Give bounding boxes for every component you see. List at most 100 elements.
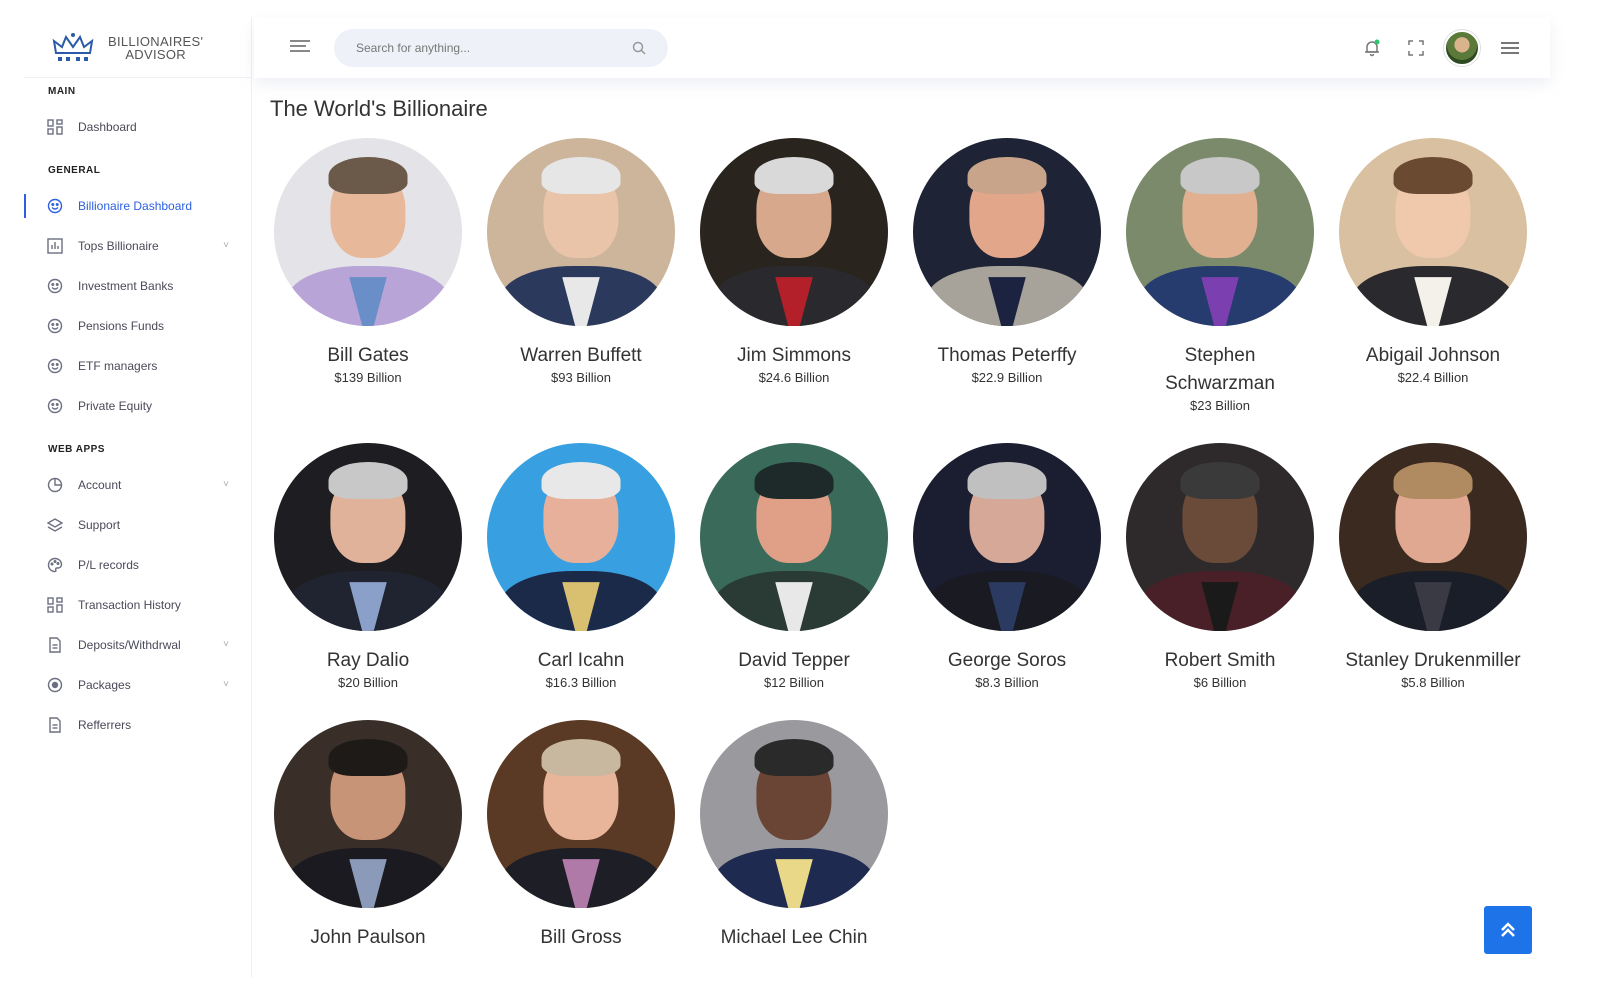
sidebar-item-label: Packages <box>78 678 131 692</box>
sidebar-item-transaction-history[interactable]: Transaction History <box>24 585 251 625</box>
billionaire-card[interactable]: George Soros $8.3 Billion <box>909 443 1105 690</box>
portrait-photo[interactable] <box>1339 138 1527 326</box>
portrait-photo[interactable] <box>700 138 888 326</box>
billionaire-card[interactable]: Bill Gross <box>483 720 679 952</box>
bar-chart-icon <box>46 237 64 255</box>
portrait-hair <box>1393 156 1473 195</box>
billionaire-card[interactable]: Jim Simmons $24.6 Billion <box>696 138 892 413</box>
billionaire-name[interactable]: Warren Buffett <box>520 342 641 370</box>
section-title: WEB APPS <box>48 444 105 455</box>
billionaire-name[interactable]: Carl Icahn <box>538 647 625 675</box>
billionaire-name[interactable]: Stanley Drukenmiller <box>1345 647 1520 675</box>
user-avatar[interactable] <box>1444 30 1480 66</box>
sidebar-item-tops-billionaire[interactable]: Tops Billionaire ˅ <box>24 226 251 266</box>
sidebar-item-private-equity[interactable]: Private Equity <box>24 386 251 426</box>
billionaire-card[interactable]: Stanley Drukenmiller $5.8 Billion <box>1335 443 1531 690</box>
net-worth: $12 Billion <box>764 675 824 690</box>
sidebar-item-deposits-withdrwal[interactable]: Deposits/Withdrwal ˅ <box>24 625 251 665</box>
billionaire-card[interactable]: Carl Icahn $16.3 Billion <box>483 443 679 690</box>
sidebar-item-dashboard[interactable]: Dashboard <box>24 107 251 147</box>
portrait-photo[interactable] <box>1339 443 1527 631</box>
sidebar-item-investment-banks[interactable]: Investment Banks <box>24 266 251 306</box>
billionaire-grid: Bill Gates $139 Billion Warren Buffett $93 … <box>270 138 1550 952</box>
sidebar-nav: MAIN Dashboard GENERAL Billionaire Dashboar… <box>24 78 251 745</box>
billionaire-card[interactable]: David Tepper $12 Billion <box>696 443 892 690</box>
billionaire-name[interactable]: Ray Dalio <box>327 647 409 675</box>
hamburger-menu-icon[interactable] <box>1498 36 1522 60</box>
billionaire-name[interactable]: Stephen Schwarzman <box>1155 342 1285 398</box>
menu-toggle-icon[interactable] <box>290 38 312 56</box>
billionaire-name[interactable]: John Paulson <box>310 924 425 952</box>
sidebar-item-refferrers[interactable]: Refferrers <box>24 705 251 745</box>
sidebar-item-billionaire-dashboard[interactable]: Billionaire Dashboard <box>24 186 251 226</box>
sidebar-item-label: P/L records <box>78 558 139 572</box>
billionaire-card[interactable]: Abigail Johnson $22.4 Billion <box>1335 138 1531 413</box>
brand-name: BILLIONAIRES' ADVISOR <box>108 35 203 61</box>
sidebar-item-account[interactable]: Account ˅ <box>24 465 251 505</box>
portrait-photo[interactable] <box>274 720 462 908</box>
billionaire-name[interactable]: Abigail Johnson <box>1366 342 1500 370</box>
portrait-photo[interactable] <box>487 720 675 908</box>
billionaire-name[interactable]: Thomas Peterffy <box>937 342 1076 370</box>
billionaire-card[interactable]: Stephen Schwarzman $23 Billion <box>1122 138 1318 413</box>
sidebar-item-label: ETF managers <box>78 359 158 373</box>
billionaire-card[interactable]: Thomas Peterffy $22.9 Billion <box>909 138 1105 413</box>
portrait-hair <box>967 461 1047 500</box>
chevron-down-icon: ˅ <box>223 679 229 690</box>
billionaire-name[interactable]: David Tepper <box>738 647 850 675</box>
billionaire-card[interactable]: Robert Smith $6 Billion <box>1122 443 1318 690</box>
portrait-photo[interactable] <box>487 443 675 631</box>
sidebar-item-label: Dashboard <box>78 120 137 134</box>
sidebar-item-etf-managers[interactable]: ETF managers <box>24 346 251 386</box>
brand[interactable]: BILLIONAIRES' ADVISOR <box>24 18 251 78</box>
billionaire-card[interactable]: Bill Gates $139 Billion <box>270 138 466 413</box>
portrait-hair <box>1180 156 1260 195</box>
sidebar-item-p-l-records[interactable]: P/L records <box>24 545 251 585</box>
notification-bell-icon[interactable] <box>1360 36 1384 60</box>
smiley-icon <box>46 397 64 415</box>
billionaire-card[interactable]: Warren Buffett $93 Billion <box>483 138 679 413</box>
sidebar-item-pensions-funds[interactable]: Pensions Funds <box>24 306 251 346</box>
billionaire-name[interactable]: Robert Smith <box>1165 647 1276 675</box>
portrait-photo[interactable] <box>487 138 675 326</box>
billionaire-card[interactable]: Ray Dalio $20 Billion <box>270 443 466 690</box>
billionaire-name[interactable]: Michael Lee Chin <box>721 924 868 952</box>
portrait-photo[interactable] <box>274 138 462 326</box>
search-input[interactable] <box>356 41 632 55</box>
billionaire-name[interactable]: Jim Simmons <box>737 342 851 370</box>
scroll-to-top-button[interactable] <box>1484 906 1532 954</box>
net-worth: $6 Billion <box>1193 675 1247 690</box>
portrait-hair <box>328 738 408 777</box>
portrait-photo[interactable] <box>913 138 1101 326</box>
portrait-photo[interactable] <box>1126 443 1314 631</box>
smiley-icon <box>46 317 64 335</box>
settings-icon <box>46 676 64 694</box>
portrait-photo[interactable] <box>1126 138 1314 326</box>
billionaire-name[interactable]: George Soros <box>948 647 1066 675</box>
portrait-hair <box>1393 461 1473 500</box>
chevron-down-icon: ˅ <box>223 639 229 650</box>
layers-icon <box>46 516 64 534</box>
portrait-photo[interactable] <box>700 443 888 631</box>
portrait-photo[interactable] <box>913 443 1101 631</box>
sidebar-item-packages[interactable]: Packages ˅ <box>24 665 251 705</box>
crown-logo-icon <box>52 32 94 61</box>
sidebar-item-label: Investment Banks <box>78 279 174 293</box>
search-icon[interactable] <box>632 41 646 55</box>
sidebar-item-support[interactable]: Support <box>24 505 251 545</box>
billionaire-card[interactable]: Michael Lee Chin <box>696 720 892 952</box>
billionaire-name[interactable]: Bill Gates <box>327 342 408 370</box>
billionaire-card[interactable]: John Paulson <box>270 720 466 952</box>
double-chevron-up-icon <box>1501 922 1515 937</box>
portrait-photo[interactable] <box>274 443 462 631</box>
section-title: GENERAL <box>48 165 101 176</box>
portrait-hair <box>541 156 621 195</box>
portrait-photo[interactable] <box>700 720 888 908</box>
sidebar-item-label: Refferrers <box>78 718 132 732</box>
net-worth: $93 Billion <box>551 370 611 385</box>
sidebar: BILLIONAIRES' ADVISOR MAIN Dashboard GENER… <box>24 18 252 978</box>
brand-line-1: BILLIONAIRES' <box>108 33 204 49</box>
net-worth: $22.4 Billion <box>1397 370 1469 385</box>
billionaire-name[interactable]: Bill Gross <box>540 924 621 952</box>
fullscreen-icon[interactable] <box>1404 36 1428 60</box>
